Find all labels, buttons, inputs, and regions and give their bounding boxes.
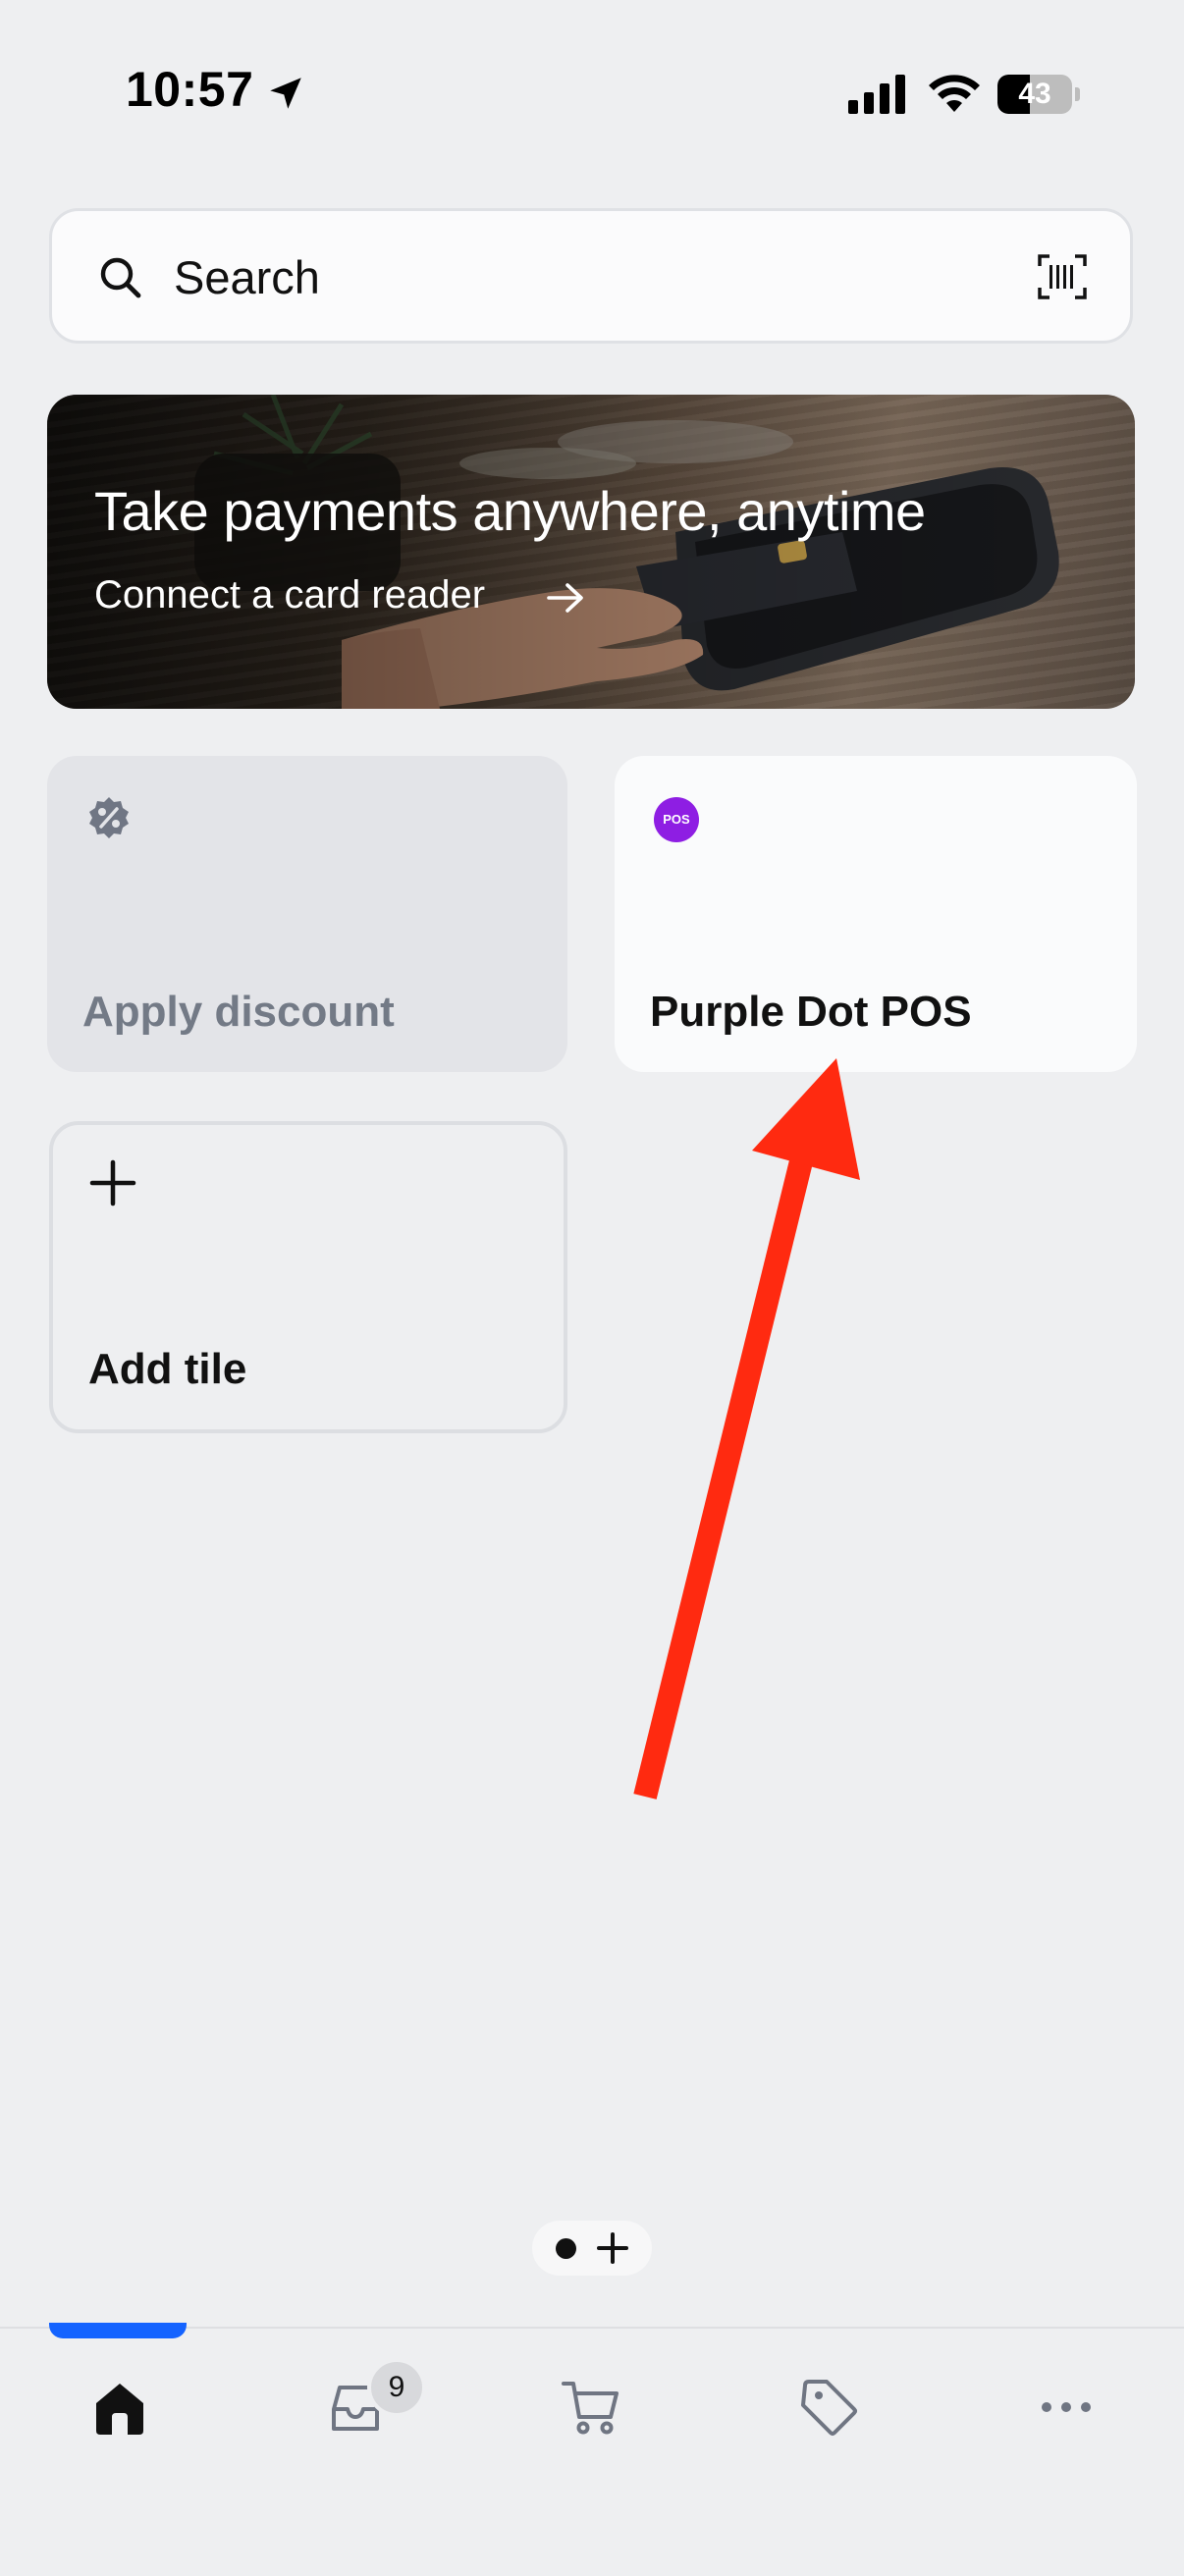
apply-discount-tile[interactable]: Apply discount xyxy=(47,756,567,1072)
tab-bar xyxy=(0,2327,1184,2576)
search-label: Search xyxy=(174,251,320,303)
purple-dot-pos-tile[interactable]: POS Purple Dot POS xyxy=(615,756,1137,1072)
plus-icon xyxy=(89,1159,136,1207)
inbox-badge: 9 xyxy=(367,2358,426,2417)
page-indicator[interactable] xyxy=(532,2221,652,2276)
cellular-signal-icon xyxy=(848,75,905,114)
banner-title: Take payments anywhere, anytime xyxy=(94,480,926,542)
add-tile-label: Add tile xyxy=(88,1345,247,1393)
battery-icon: 43 xyxy=(997,75,1080,116)
wifi-icon xyxy=(929,75,980,112)
home-icon[interactable] xyxy=(88,2376,151,2439)
arrow-right-icon xyxy=(547,583,583,613)
card-reader-banner[interactable]: Take payments anywhere, anytime Connect … xyxy=(47,395,1135,709)
pos-app-icon: POS xyxy=(654,797,699,842)
search-icon xyxy=(100,257,141,298)
location-arrow-icon xyxy=(270,78,301,109)
purple-dot-pos-label: Purple Dot POS xyxy=(650,988,972,1036)
page-dot-active[interactable] xyxy=(556,2238,576,2259)
apply-discount-label: Apply discount xyxy=(82,988,395,1036)
barcode-scan-icon[interactable] xyxy=(1038,254,1087,299)
status-time: 10:57 xyxy=(126,62,254,117)
tag-icon[interactable] xyxy=(797,2376,860,2439)
battery-level: 43 xyxy=(1018,78,1051,110)
search-bar[interactable]: Search xyxy=(49,208,1133,344)
more-icon[interactable] xyxy=(1035,2376,1098,2439)
cart-icon[interactable] xyxy=(560,2376,622,2439)
percent-badge-icon xyxy=(89,797,129,838)
active-tab-indicator xyxy=(49,2323,187,2338)
connect-reader-link[interactable]: Connect a card reader xyxy=(94,573,485,617)
add-tile[interactable]: Add tile xyxy=(49,1121,567,1433)
add-page-icon[interactable] xyxy=(595,2230,630,2266)
